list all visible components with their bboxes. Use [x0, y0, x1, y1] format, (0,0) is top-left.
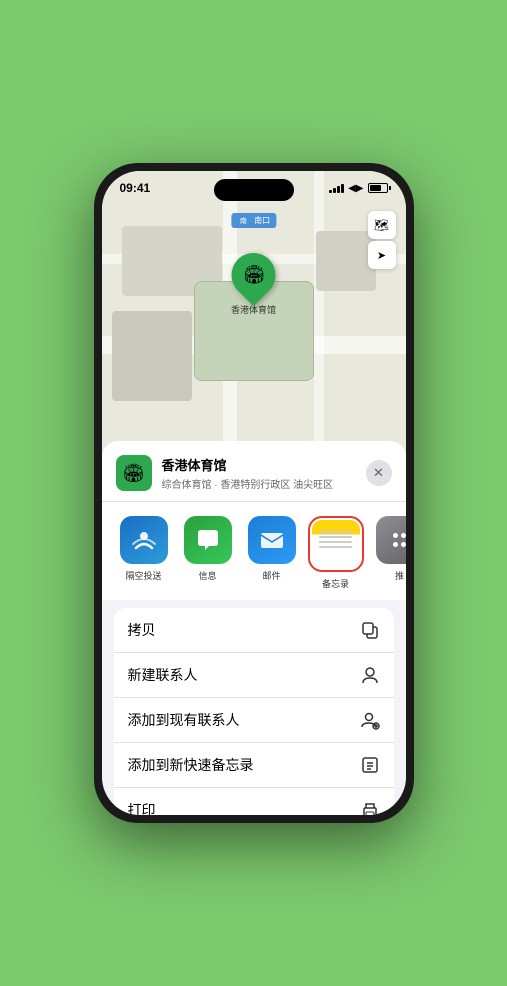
notes-label: 备忘录: [322, 577, 349, 590]
print-label: 打印: [128, 800, 156, 815]
venue-info: 香港体育馆 综合体育馆 · 香港特别行政区 油尖旺区: [162, 455, 366, 491]
venue-name: 香港体育馆: [162, 455, 366, 474]
venue-icon: 🏟: [116, 455, 152, 491]
more-label: 推: [395, 569, 404, 582]
add-note-icon: [360, 755, 380, 775]
status-time: 09:41: [120, 181, 151, 195]
share-app-notes[interactable]: 备忘录: [304, 516, 368, 590]
stadium-pin[interactable]: 🏟 香港体育馆: [231, 253, 276, 316]
close-button[interactable]: ✕: [366, 460, 392, 486]
new-contact-icon: [360, 665, 380, 685]
map-controls: 🗺 ➤: [368, 211, 396, 269]
airdrop-icon: [120, 516, 168, 564]
mail-icon: [248, 516, 296, 564]
battery-icon: [368, 183, 388, 193]
action-add-existing[interactable]: 添加到现有联系人: [114, 698, 394, 743]
phone-screen: 09:41 ◀▶: [102, 171, 406, 815]
messages-icon: [184, 516, 232, 564]
stadium-icon: 🏟: [242, 265, 265, 286]
pin-marker: 🏟: [222, 244, 284, 306]
add-existing-icon: [360, 710, 380, 730]
mail-label: 邮件: [262, 569, 280, 582]
share-app-airdrop[interactable]: 隔空投送: [112, 516, 176, 590]
wifi-icon: ◀▶: [348, 183, 363, 194]
messages-label: 信息: [198, 569, 216, 582]
venue-subtitle: 综合体育馆 · 香港特别行政区 油尖旺区: [162, 476, 366, 491]
phone-frame: 09:41 ◀▶: [94, 163, 414, 823]
action-add-note[interactable]: 添加到新快速备忘录: [114, 743, 394, 788]
share-app-mail[interactable]: 邮件: [240, 516, 304, 590]
copy-icon: [360, 620, 380, 640]
bottom-sheet: 🏟 香港体育馆 综合体育馆 · 香港特别行政区 油尖旺区 ✕: [102, 441, 406, 815]
share-app-messages[interactable]: 信息: [176, 516, 240, 590]
add-note-label: 添加到新快速备忘录: [128, 755, 254, 775]
action-new-contact[interactable]: 新建联系人: [114, 653, 394, 698]
location-button[interactable]: ➤: [368, 241, 396, 269]
status-icons: ◀▶: [329, 183, 387, 194]
action-copy[interactable]: 拷贝: [114, 608, 394, 653]
notes-icon: [312, 520, 360, 568]
dynamic-island: [214, 179, 294, 201]
sheet-header: 🏟 香港体育馆 综合体育馆 · 香港特别行政区 油尖旺区 ✕: [102, 441, 406, 502]
action-list: 拷贝 新建联系人 添加到现有联系人: [114, 608, 394, 815]
copy-label: 拷贝: [128, 620, 156, 640]
map-north-label: 南 南 南口: [231, 213, 276, 228]
share-app-more[interactable]: 推: [368, 516, 406, 590]
share-apps-row: 隔空投送 信息: [102, 502, 406, 600]
map-type-button[interactable]: 🗺: [368, 211, 396, 239]
print-icon: [360, 800, 380, 815]
add-existing-label: 添加到现有联系人: [128, 710, 240, 730]
signal-icon: [329, 183, 344, 193]
action-print[interactable]: 打印: [114, 788, 394, 815]
airdrop-label: 隔空投送: [125, 569, 161, 582]
more-apps-icon: [376, 516, 406, 564]
new-contact-label: 新建联系人: [128, 665, 198, 685]
